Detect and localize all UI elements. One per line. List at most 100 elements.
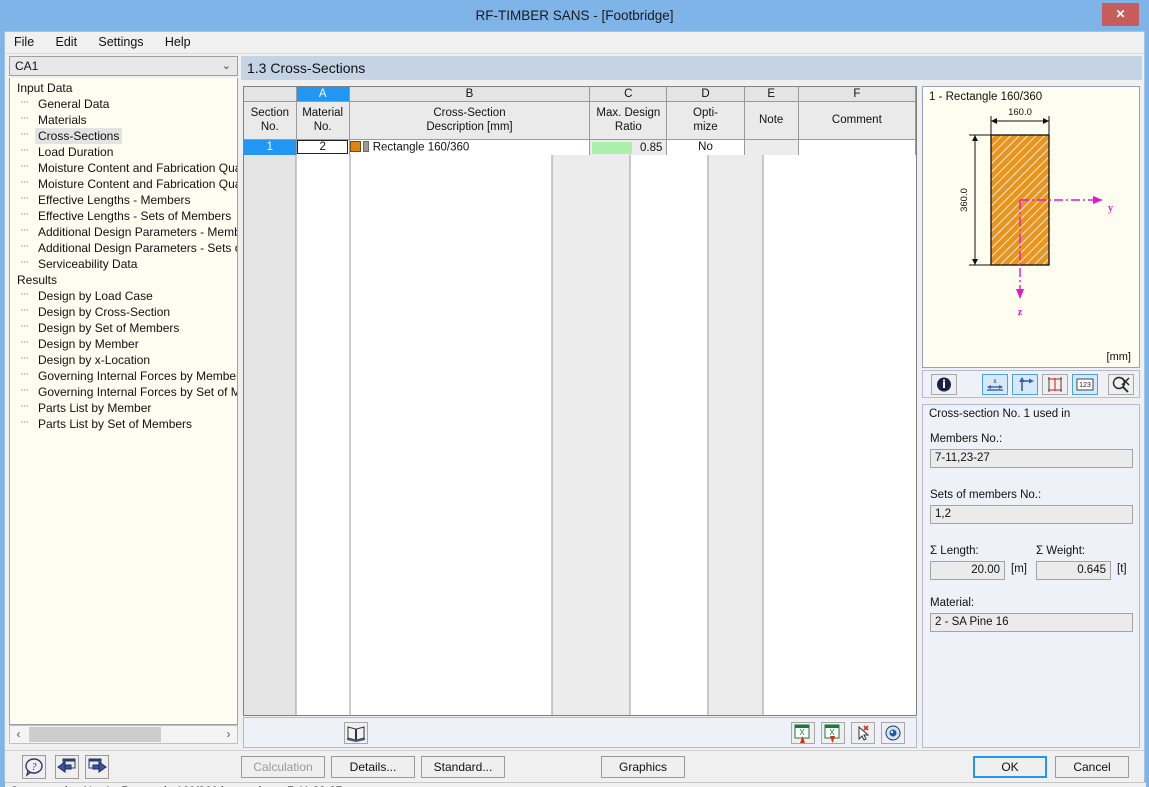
cell-description[interactable]: Rectangle 80/80 [349,171,591,188]
cell-note[interactable] [744,171,799,188]
row-header[interactable] [244,219,297,236]
view-icon[interactable] [881,722,905,744]
column-letter-c[interactable]: C [589,87,668,102]
axes-icon[interactable] [1012,374,1038,395]
tree-item-design-by-x-location[interactable]: ··· Design by x-Location [10,352,237,368]
tree-item-additional-design-members[interactable]: ··· Additional Design Parameters - Member… [10,224,237,240]
previous-window-icon[interactable] [55,755,79,779]
cell-description[interactable]: Rectangle 160/360 [349,139,591,156]
length-field[interactable]: 20.00 [930,561,1005,580]
cell-optimize[interactable]: No [666,139,745,156]
tree-group-input-data[interactable]: Input Data [10,80,237,96]
tree-item-effective-lengths-members[interactable]: ··· Effective Lengths - Members [10,192,237,208]
row-header[interactable]: 4 [244,187,297,204]
tree-item-effective-lengths-sets[interactable]: ··· Effective Lengths - Sets of Members [10,208,237,224]
ok-button[interactable]: OK [973,756,1047,778]
tree-item-moisture-content-1[interactable]: ··· Moisture Content and Fabrication Qual… [10,160,237,176]
standard-button[interactable]: Standard... [421,756,505,778]
cell-material-no[interactable]: 1 [296,171,350,188]
graphics-button[interactable]: Graphics [601,756,685,778]
tree-item-moisture-content-2[interactable]: ··· Moisture Content and Fabrication Qual… [10,176,237,192]
navigation-tree[interactable]: Input Data ··· General Data ··· Materials … [9,78,238,725]
tree-item-governing-forces-member[interactable]: ··· Governing Internal Forces by Member [10,368,237,384]
info-icon[interactable] [931,374,957,395]
cross-section-viewer[interactable]: 1 - Rectangle 160/360 160.0 360.0 y z [m… [922,86,1140,368]
cell-note[interactable] [744,139,799,156]
cell-comment[interactable] [798,171,916,188]
cancel-button[interactable]: Cancel [1055,756,1129,778]
material-field[interactable]: 2 - SA Pine 16 [930,613,1133,632]
cell-optimize[interactable]: No [666,171,745,188]
column-letter-a[interactable]: A [296,87,350,102]
tree-item-additional-design-sets[interactable]: ··· Additional Design Parameters - Sets o… [10,240,237,256]
cell-material-no[interactable]: 1 [296,155,350,172]
tree-item-materials[interactable]: ··· Materials [10,112,237,128]
cell-note[interactable] [744,219,799,236]
next-window-icon[interactable] [85,755,109,779]
tree-item-governing-forces-set[interactable]: ··· Governing Internal Forces by Set of M… [10,384,237,400]
tree-item-parts-list-member[interactable]: ··· Parts List by Member [10,400,237,416]
table-row[interactable]: 1 2 Rectangle 160/360 0.85 No [244,139,916,156]
dimension-lines-icon[interactable] [1042,374,1068,395]
tree-item-parts-list-set[interactable]: ··· Parts List by Set of Members [10,416,237,432]
cell-design-ratio[interactable]: 0.57 [589,171,668,188]
table-row[interactable]: 3 1 Rectangle 80/80 0.57 No [244,171,916,188]
excel-export-icon[interactable]: X [821,722,845,744]
menu-settings[interactable]: Settings [89,32,152,52]
cell-optimize[interactable]: No [666,187,745,204]
tree-item-design-by-set-of-members[interactable]: ··· Design by Set of Members [10,320,237,336]
tree-item-general-data[interactable]: ··· General Data [10,96,237,112]
zoom-off-icon[interactable] [1108,374,1134,395]
tree-item-design-by-member[interactable]: ··· Design by Member [10,336,237,352]
column-letter-f[interactable]: F [798,87,916,102]
column-letter-d[interactable]: D [666,87,745,102]
cell-description[interactable]: Rectangle 140/140 [349,187,591,204]
tree-item-load-duration[interactable]: ··· Load Duration [10,144,237,160]
column-letter-b[interactable]: B [349,87,591,102]
menu-help[interactable]: Help [156,32,200,52]
members-field[interactable]: 7-11,23-27 [930,449,1133,468]
scroll-right-arrow-icon[interactable]: › [220,726,237,743]
case-selector-combo[interactable]: CA1 ⌄ [9,56,238,76]
calculation-button[interactable]: Calculation [241,756,325,778]
excel-import-icon[interactable]: X [791,722,815,744]
cell-material-no[interactable]: 2 [296,139,350,156]
row-header[interactable]: 5 [244,203,297,220]
row-header[interactable]: 3 [244,171,297,188]
tree-item-design-by-load-case[interactable]: ··· Design by Load Case [10,288,237,304]
column-letter-e[interactable]: E [744,87,799,102]
table-row[interactable]: 2 1 Rectangle 60/160 0.64 No [244,155,916,172]
cell-material-no[interactable]: 1 [296,187,350,204]
row-header[interactable]: 2 [244,155,297,172]
cell-comment[interactable] [798,219,916,236]
row-header[interactable]: 1 [244,139,297,156]
menu-file[interactable]: File [5,32,43,52]
details-button[interactable]: Details... [331,756,415,778]
dimension-x-icon[interactable]: x [982,374,1008,395]
cell-description[interactable] [349,219,591,236]
tree-group-results[interactable]: Results [10,272,237,288]
tree-item-design-by-cross-section[interactable]: ··· Design by Cross-Section [10,304,237,320]
cell-optimize[interactable] [666,219,745,236]
cell-design-ratio[interactable]: 0.85 [589,139,668,156]
book-icon[interactable] [344,722,368,744]
cell-note[interactable] [744,187,799,204]
cell-comment[interactable] [798,155,916,172]
cell-material-no[interactable]: 1 [296,203,350,220]
menu-edit[interactable]: Edit [47,32,87,52]
cell-note[interactable] [744,203,799,220]
tree-item-serviceability-data[interactable]: ··· Serviceability Data [10,256,237,272]
cell-description[interactable]: Rectangle 80/180 [349,203,591,220]
cell-optimize[interactable]: No [666,203,745,220]
cell-material-no[interactable] [296,219,350,236]
tree-item-cross-sections[interactable]: ··· Cross-Sections [10,128,237,144]
cell-description[interactable]: Rectangle 60/160 [349,155,591,172]
close-button[interactable]: ✕ [1102,3,1139,26]
cell-comment[interactable] [798,139,916,156]
pick-section-icon[interactable] [851,722,875,744]
cell-comment[interactable] [798,203,916,220]
cell-design-ratio[interactable]: 0.22 [589,187,668,204]
table-row-empty[interactable] [244,219,916,236]
sets-of-members-field[interactable]: 1,2 [930,505,1133,524]
cell-comment[interactable] [798,187,916,204]
